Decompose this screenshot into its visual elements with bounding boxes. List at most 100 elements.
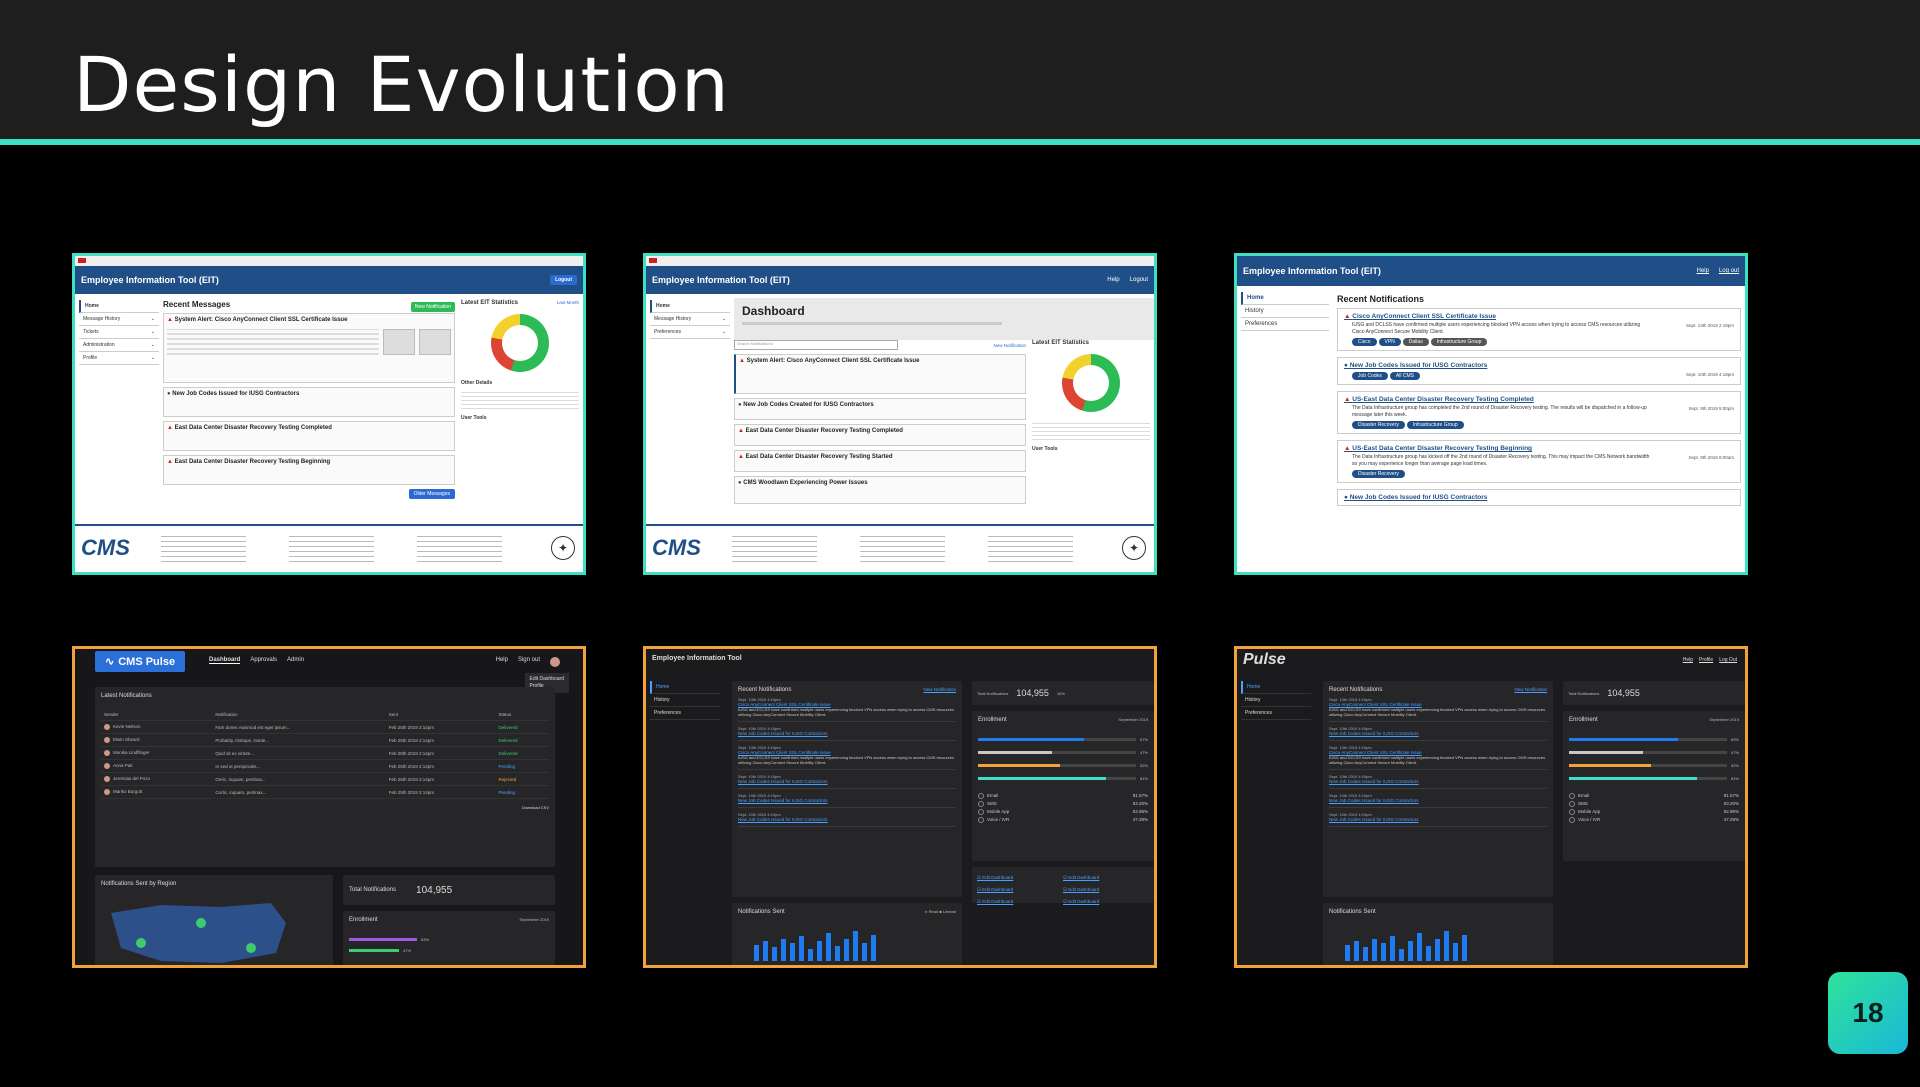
tag-pill[interactable]: Cisco bbox=[1352, 338, 1377, 346]
notification-item[interactable]: Sept. 10th 2019 4:19pm New Job Codes Issu… bbox=[738, 722, 956, 741]
notification-link[interactable]: New Job Codes Issued for IUSG Contractor… bbox=[1329, 731, 1547, 736]
radio-icon[interactable] bbox=[978, 801, 984, 807]
edit-dashboard-link[interactable]: ☑ Edit Dashboard bbox=[1063, 875, 1149, 881]
tag-pill[interactable]: Disaster Recovery bbox=[1352, 470, 1405, 478]
download-csv-link[interactable]: Download CSV bbox=[101, 805, 549, 810]
table-row[interactable]: Kevin Neilson Fam donec euismod est eget … bbox=[101, 720, 549, 734]
table-row[interactable]: Monika Lindflinger Quid sit ex virtute...… bbox=[101, 746, 549, 760]
message-item[interactable]: East Data Center Disaster Recovery Testi… bbox=[163, 455, 455, 485]
sidebar-item-home[interactable]: Home bbox=[650, 300, 730, 313]
message-item[interactable]: East Data Center Disaster Recovery Testi… bbox=[734, 450, 1026, 472]
radio-icon[interactable] bbox=[978, 817, 984, 823]
notification-item[interactable]: Sept. 10th 2019 4:19pm New Job Codes Issu… bbox=[1329, 808, 1547, 827]
edit-dashboard-link[interactable]: ☑ Edit Dashboard bbox=[977, 899, 1063, 905]
sign-out-link[interactable]: Sign out bbox=[518, 657, 540, 667]
tab-admin[interactable]: Admin bbox=[287, 657, 304, 664]
sidebar-item-home[interactable]: Home bbox=[1241, 292, 1329, 305]
notification-item[interactable]: New Job Codes Issued for IUSG Contractor… bbox=[1337, 489, 1741, 506]
message-item[interactable]: CMS Woodlawn Experiencing Power Issues bbox=[734, 476, 1026, 504]
notification-item[interactable]: Sept. 10th 2019 4:19pm New Job Codes Issu… bbox=[738, 770, 956, 789]
message-item[interactable]: System Alert: Cisco AnyConnect Client SS… bbox=[163, 313, 455, 383]
notification-item[interactable]: Sept. 13th 2019 4:19pm Cisco AnyConnect C… bbox=[1329, 741, 1547, 770]
tab-dashboard[interactable]: Dashboard bbox=[209, 657, 241, 664]
new-notification-button[interactable]: New Notification bbox=[410, 301, 455, 312]
tag-pill[interactable]: Infrastructure Group bbox=[1406, 421, 1464, 429]
sidebar-item-profile[interactable]: Profile ⌄ bbox=[79, 352, 159, 365]
edit-dashboard-link[interactable]: ☑ Edit Dashboard bbox=[977, 875, 1063, 881]
sidebar-item-preferences[interactable]: Preferences bbox=[1241, 707, 1311, 720]
sidebar-item-history[interactable]: History bbox=[1241, 305, 1329, 318]
notification-link[interactable]: New Job Codes Issued for IUSG Contractor… bbox=[1329, 779, 1547, 784]
notification-item[interactable]: New Job Codes Issued for IUSG Contractor… bbox=[1337, 357, 1741, 385]
sidebar-item-tickets[interactable]: Tickets ⌄ bbox=[79, 326, 159, 339]
month-select[interactable]: September 2019 bbox=[519, 917, 549, 923]
logout-link[interactable]: Log Out bbox=[1719, 657, 1737, 663]
radio-icon[interactable] bbox=[1569, 801, 1575, 807]
notification-link[interactable]: New Job Codes Issued for IUSG Contractor… bbox=[738, 779, 956, 784]
help-link[interactable]: Help bbox=[1697, 268, 1709, 274]
notification-item[interactable]: Sept. 13th 2019 4:19pm Cisco AnyConnect C… bbox=[1329, 693, 1547, 722]
radio-icon[interactable] bbox=[1569, 809, 1575, 815]
sidebar-item-message-history[interactable]: Message History ⌄ bbox=[650, 313, 730, 326]
notification-item[interactable]: US-East Data Center Disaster Recovery Te… bbox=[1337, 391, 1741, 434]
message-item[interactable]: East Data Center Disaster Recovery Testi… bbox=[734, 424, 1026, 446]
tag-pill[interactable]: Dallas bbox=[1402, 338, 1429, 346]
notification-link[interactable]: New Job Codes Issued for IUSG Contractor… bbox=[1329, 817, 1547, 822]
notification-title-link[interactable]: US-East Data Center Disaster Recovery Te… bbox=[1344, 445, 1734, 452]
radio-icon[interactable] bbox=[978, 793, 984, 799]
notification-link[interactable]: New Job Codes Issued for IUSG Contractor… bbox=[1329, 798, 1547, 803]
message-item[interactable]: New Job Codes Created for IUSG Contracto… bbox=[734, 398, 1026, 420]
logout-link[interactable]: Logout bbox=[1130, 277, 1148, 283]
sidebar-item-preferences[interactable]: Preferences bbox=[1241, 318, 1329, 331]
column-header[interactable]: Sender bbox=[101, 709, 213, 721]
message-item[interactable]: System Alert: Cisco AnyConnect Client SS… bbox=[734, 354, 1026, 394]
table-row[interactable]: Jeremias del Pozo Oreic, inquam, pertinax… bbox=[101, 772, 549, 786]
month-select[interactable]: September 2019 bbox=[1709, 717, 1739, 723]
avatar[interactable] bbox=[550, 657, 560, 667]
tag-pill[interactable]: VPN bbox=[1378, 338, 1401, 346]
sidebar-item-home[interactable]: Home bbox=[79, 300, 159, 313]
edit-dashboard-link[interactable]: ☑ Edit Dashboard bbox=[1063, 899, 1149, 905]
edit-dashboard-link[interactable]: ☑ Edit Dashboard bbox=[1063, 887, 1149, 893]
notification-title-link[interactable]: New Job Codes Issued for IUSG Contractor… bbox=[1344, 362, 1734, 369]
sidebar-item-preferences[interactable]: Preferences bbox=[650, 707, 720, 720]
period-select[interactable]: Last Month bbox=[557, 300, 579, 306]
tab-approvals[interactable]: Approvals bbox=[250, 657, 277, 664]
new-notification-link[interactable]: New Notification bbox=[1514, 687, 1547, 693]
radio-icon[interactable] bbox=[1569, 817, 1575, 823]
table-row[interactable]: Mariko Burgott Corlic, inquam, pertinax..… bbox=[101, 785, 549, 799]
edit-dashboard-menu-item[interactable]: Edit Dashboard bbox=[530, 676, 564, 683]
logout-link[interactable]: Log out bbox=[1719, 268, 1739, 274]
notification-item[interactable]: Sept. 13th 2019 4:19pm Cisco AnyConnect C… bbox=[738, 693, 956, 722]
notification-title-link[interactable]: New Job Codes Issued for IUSG Contractor… bbox=[1344, 494, 1734, 501]
column-header[interactable]: Sent bbox=[385, 709, 496, 721]
help-link[interactable]: Help bbox=[1683, 657, 1693, 663]
help-link[interactable]: Help bbox=[496, 657, 508, 667]
table-row[interactable]: Anna Pati In sed ut perspiciatis... Feb 25… bbox=[101, 759, 549, 773]
notification-item[interactable]: Sept. 13th 2019 4:19pm Cisco AnyConnect C… bbox=[738, 741, 956, 770]
tag-pill[interactable]: Job Codes bbox=[1352, 372, 1388, 380]
sidebar-item-home[interactable]: Home bbox=[1241, 681, 1311, 694]
notification-link[interactable]: New Job Codes Issued for IUSG Contractor… bbox=[738, 798, 956, 803]
edit-dashboard-link[interactable]: ☑ Edit Dashboard bbox=[977, 887, 1063, 893]
sidebar-item-home[interactable]: Home bbox=[650, 681, 720, 694]
tag-pill[interactable]: Disaster Recovery bbox=[1352, 421, 1405, 429]
sidebar-item-message-history[interactable]: Message History ⌄ bbox=[79, 313, 159, 326]
notification-link[interactable]: New Job Codes Issued for IUSG Contractor… bbox=[738, 817, 956, 822]
notification-item[interactable]: Sept. 10th 2019 4:19pm New Job Codes Issu… bbox=[1329, 722, 1547, 741]
notification-item[interactable]: Sept. 10th 2019 4:19pm New Job Codes Issu… bbox=[738, 808, 956, 827]
sidebar-item-history[interactable]: History bbox=[650, 694, 720, 707]
notification-title-link[interactable]: Cisco AnyConnect Client SSL Certificate … bbox=[1344, 313, 1734, 320]
notification-link[interactable]: New Job Codes Issued for IUSG Contractor… bbox=[738, 731, 956, 736]
profile-link[interactable]: Profile bbox=[1699, 657, 1713, 663]
radio-icon[interactable] bbox=[1569, 793, 1575, 799]
table-row[interactable]: Elwin Sheard Probably, tristique, inside.… bbox=[101, 733, 549, 747]
sidebar-item-preferences[interactable]: Preferences ⌄ bbox=[650, 326, 730, 339]
notification-item[interactable]: Sept. 10th 2019 4:19pm New Job Codes Issu… bbox=[1329, 789, 1547, 808]
search-input[interactable]: Search Notifications bbox=[734, 340, 898, 350]
month-select[interactable]: September 2019 bbox=[1118, 717, 1148, 723]
new-notification-link[interactable]: New Notification bbox=[993, 343, 1026, 348]
message-item[interactable]: New Job Codes Issued for IUSG Contractor… bbox=[163, 387, 455, 417]
sidebar-item-history[interactable]: History bbox=[1241, 694, 1311, 707]
radio-icon[interactable] bbox=[978, 809, 984, 815]
